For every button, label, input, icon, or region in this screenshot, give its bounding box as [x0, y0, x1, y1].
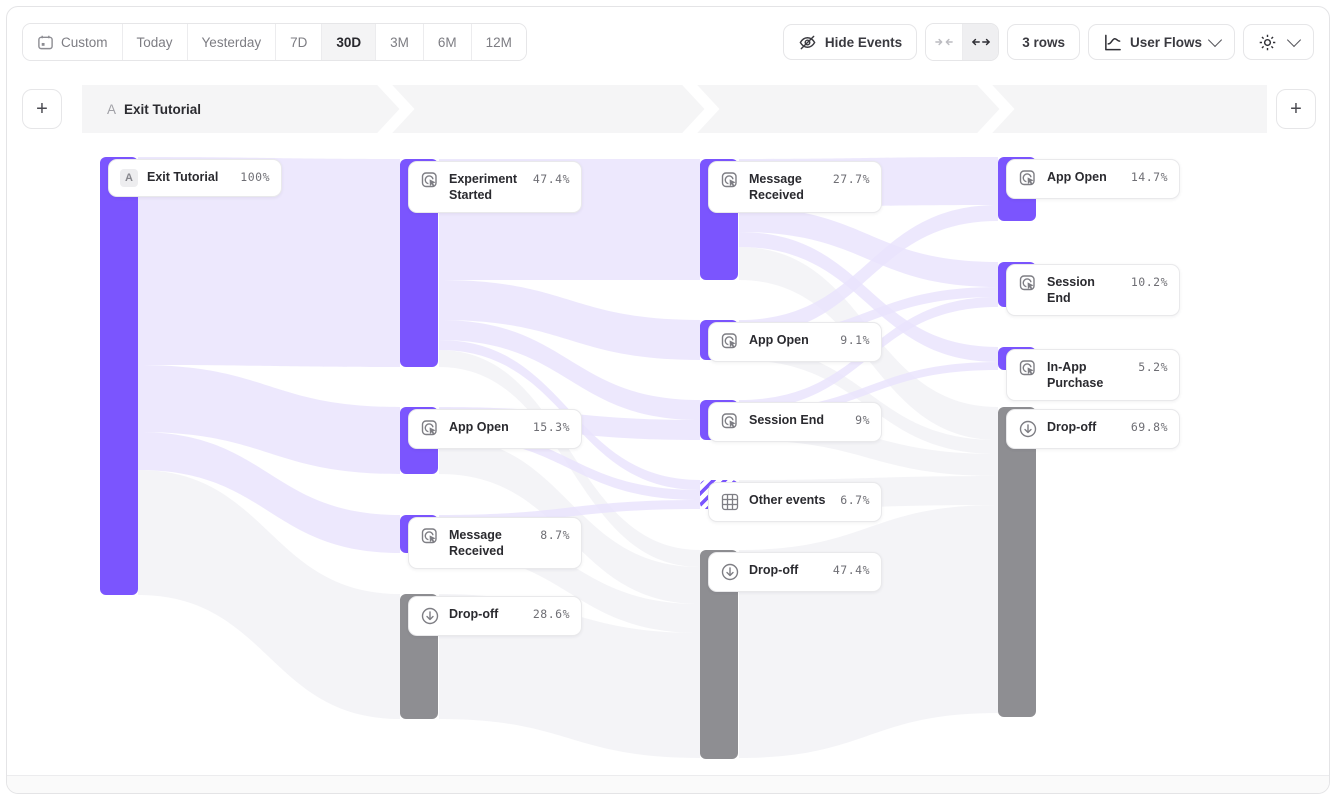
event-icon — [420, 419, 440, 439]
node-percentage: 27.7% — [833, 171, 870, 187]
event-icon — [720, 332, 740, 352]
node-card-session-end[interactable]: Session End 10.2% — [1006, 264, 1180, 316]
user-flows-sankey: A Exit Tutorial 100% Experiment Started 47.4… — [7, 7, 1329, 793]
drop-off-icon — [720, 562, 740, 582]
node-label: Drop-off — [1047, 419, 1120, 435]
node-card-experiment-started[interactable]: Experiment Started 47.4% — [408, 161, 582, 213]
node-card-in-app-purchase[interactable]: In-App Purchase 5.2% — [1006, 349, 1180, 401]
node-percentage: 47.4% — [833, 562, 870, 578]
node-card-drop-off[interactable]: Drop-off 47.4% — [708, 552, 882, 592]
node-percentage: 69.8% — [1131, 419, 1168, 435]
node-percentage: 14.7% — [1131, 169, 1168, 185]
event-icon — [720, 412, 740, 432]
sankey-link[interactable] — [739, 505, 998, 758]
node-card-drop-off[interactable]: Drop-off 28.6% — [408, 596, 582, 636]
node-card-other-events[interactable]: Other events 6.7% — [708, 482, 882, 522]
node-label: Message Received — [749, 171, 822, 203]
node-label: Drop-off — [749, 562, 822, 578]
event-icon — [420, 527, 440, 547]
bottom-scrollbar[interactable] — [7, 775, 1329, 793]
node-percentage: 15.3% — [533, 419, 570, 435]
other-events-icon — [720, 492, 740, 512]
event-icon — [1018, 359, 1038, 379]
node-card-message-received[interactable]: Message Received 8.7% — [408, 517, 582, 569]
event-icon — [1018, 274, 1038, 294]
node-card-app-open[interactable]: App Open 9.1% — [708, 322, 882, 362]
event-icon — [1018, 169, 1038, 189]
sankey-node-bar[interactable] — [998, 407, 1036, 717]
node-label: App Open — [1047, 169, 1120, 185]
node-card-message-received[interactable]: Message Received 27.7% — [708, 161, 882, 213]
node-card-app-open[interactable]: App Open 15.3% — [408, 409, 582, 449]
node-label: Message Received — [449, 527, 529, 559]
node-percentage: 100% — [240, 169, 270, 185]
sankey-node-bar[interactable] — [100, 157, 138, 595]
node-card-session-end[interactable]: Session End 9% — [708, 402, 882, 442]
node-label: Session End — [749, 412, 844, 428]
drop-off-icon — [1018, 419, 1038, 439]
node-percentage: 10.2% — [1131, 274, 1168, 290]
node-label: App Open — [449, 419, 522, 435]
node-card-drop-off[interactable]: Drop-off 69.8% — [1006, 409, 1180, 449]
node-card-app-open[interactable]: App Open 14.7% — [1006, 159, 1180, 199]
node-label: In-App Purchase — [1047, 359, 1127, 391]
node-label: Other events — [749, 492, 829, 508]
drop-off-icon — [420, 606, 440, 626]
node-percentage: 5.2% — [1138, 359, 1168, 375]
node-label: Drop-off — [449, 606, 522, 622]
node-card-exit-tutorial[interactable]: A Exit Tutorial 100% — [108, 159, 282, 197]
node-label: Exit Tutorial — [147, 169, 229, 185]
node-percentage: 28.6% — [533, 606, 570, 622]
node-percentage: 9.1% — [840, 332, 870, 348]
app-window: CustomTodayYesterday7D30D3M6M12M Hide Ev… — [6, 6, 1330, 794]
node-label: Experiment Started — [449, 171, 522, 203]
event-badge: A — [120, 169, 138, 187]
node-percentage: 6.7% — [840, 492, 870, 508]
event-icon — [720, 171, 740, 191]
node-percentage: 8.7% — [540, 527, 570, 543]
node-percentage: 47.4% — [533, 171, 570, 187]
event-icon — [420, 171, 440, 191]
node-label: App Open — [749, 332, 829, 348]
node-percentage: 9% — [855, 412, 870, 428]
node-label: Session End — [1047, 274, 1120, 306]
